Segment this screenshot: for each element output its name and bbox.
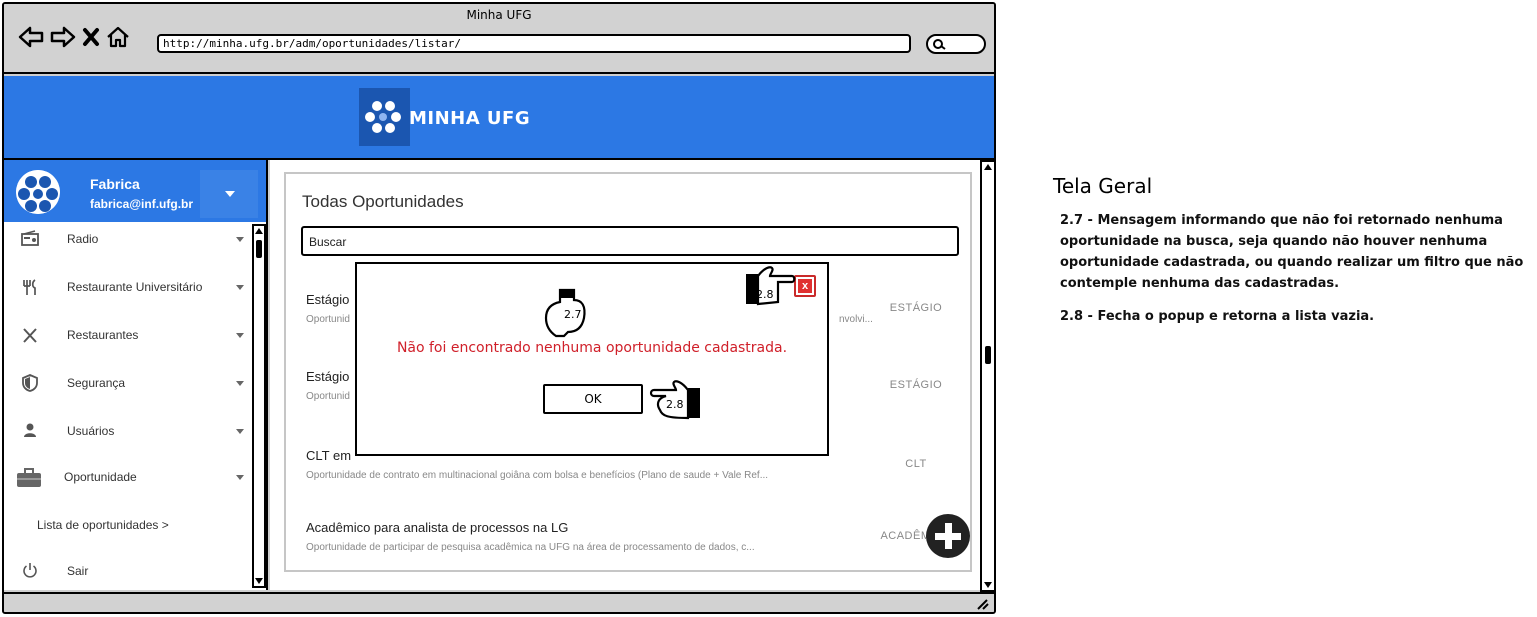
radio-icon <box>20 230 40 250</box>
sidebar-item-sair[interactable]: Sair <box>4 552 252 592</box>
item-description: Oportunid <box>306 314 350 325</box>
item-description: Oportunidade de participar de pesquisa a… <box>306 542 755 553</box>
item-description-tail: nvolvi... <box>839 314 873 325</box>
sidebar: Fabrica fabrica@inf.ufg.br Radio Restaur… <box>4 160 268 590</box>
item-description: Oportunid <box>306 391 350 402</box>
sidebar-item-restaurante-universitario[interactable]: Restaurante Universitário <box>4 268 252 308</box>
sidebar-item-usuarios[interactable]: Usuários <box>4 412 252 452</box>
resize-handle-icon[interactable] <box>976 598 990 610</box>
scroll-up-icon[interactable] <box>984 164 992 170</box>
item-title: CLT em <box>306 448 352 463</box>
scroll-down-icon[interactable] <box>255 578 263 584</box>
item-title: Acadêmico para analista de processos na … <box>306 520 569 535</box>
item-title: Estágio <box>306 292 350 307</box>
sidebar-item-label: Restaurante Universitário <box>67 280 203 294</box>
search-input[interactable]: Buscar <box>301 226 959 256</box>
browser-nav <box>18 26 130 48</box>
annotation-label: 2.7 <box>564 308 582 321</box>
sidebar-item-oportunidade[interactable]: Oportunidade <box>4 458 252 498</box>
user-dropdown-button[interactable] <box>200 170 258 218</box>
sidebar-item-label: Usuários <box>67 424 115 438</box>
sidebar-item-seguranca[interactable]: Segurança <box>4 364 252 404</box>
list-item[interactable]: Acadêmico para analista de processos na … <box>306 520 956 576</box>
notes-title: Tela Geral <box>1053 174 1153 198</box>
user-email: fabrica@inf.ufg.br <box>90 197 194 211</box>
annotation-label: 2.8 <box>666 398 684 411</box>
ok-button[interactable]: OK <box>543 384 643 414</box>
fork-knife-icon <box>20 278 40 298</box>
note-2-7: 2.7 - Mensagem informando que não foi re… <box>1060 213 1524 291</box>
item-description: Oportunidade de contrato em multinaciona… <box>306 470 769 481</box>
chevron-down-icon <box>236 333 244 338</box>
briefcase-icon <box>16 468 41 488</box>
window-title: Minha UFG <box>466 8 532 22</box>
chevron-down-icon <box>236 381 244 386</box>
utensils-icon <box>20 326 40 346</box>
back-icon[interactable] <box>18 26 44 48</box>
sidebar-scrollbar[interactable] <box>252 224 266 588</box>
browser-search[interactable] <box>926 34 986 54</box>
scroll-thumb[interactable] <box>985 346 991 364</box>
sidebar-item-label: Segurança <box>67 376 126 390</box>
item-tag: ESTÁGIO <box>889 302 943 314</box>
chevron-down-icon <box>236 475 244 480</box>
user-icon <box>20 422 40 442</box>
avatar <box>16 170 60 214</box>
item-tag: CLT <box>905 458 927 470</box>
main-scrollbar[interactable] <box>980 160 994 592</box>
stop-icon[interactable] <box>82 27 100 47</box>
sidebar-item-label: Sair <box>67 564 89 578</box>
power-icon <box>20 562 40 582</box>
brand-name: MINHA UFG <box>409 108 531 129</box>
annotation-hand-2-7: 2.7 <box>542 288 588 343</box>
scroll-down-icon[interactable] <box>984 582 992 588</box>
page-title: Todas Oportunidades <box>302 192 464 211</box>
item-title: Estágio <box>306 369 350 384</box>
sidebar-item-label: Radio <box>67 232 99 246</box>
home-icon[interactable] <box>106 26 130 48</box>
title-bar: Minha UFG http://minha.ufg.br/adm/oportu… <box>4 4 994 74</box>
list-item[interactable]: CLT em Oportunidade de contrato em multi… <box>306 448 956 504</box>
logo-icon <box>359 88 410 146</box>
scroll-thumb[interactable] <box>256 240 262 258</box>
chevron-down-icon <box>236 429 244 434</box>
annotation-notes: Tela Geral 2.7 - Mensagem informando que… <box>1053 174 1533 327</box>
scroll-up-icon[interactable] <box>255 228 263 234</box>
url-bar[interactable]: http://minha.ufg.br/adm/oportunidades/li… <box>157 34 911 53</box>
sidebar-subitem-lista-oportunidades[interactable]: Lista de oportunidades > <box>37 518 169 532</box>
annotation-hand-2-8-close: 2.8 <box>744 264 796 311</box>
popup-message: Não foi encontrado nenhuma oportunidade … <box>396 340 788 356</box>
close-icon: x <box>798 279 812 293</box>
forward-icon[interactable] <box>50 26 76 48</box>
search-icon <box>933 39 946 50</box>
note-2-8: 2.8 - Fecha o popup e retorna a lista va… <box>1060 309 1375 324</box>
sidebar-item-label: Restaurantes <box>67 328 139 342</box>
close-button[interactable]: x <box>794 275 816 297</box>
status-bar <box>4 592 994 612</box>
sidebar-item-restaurantes[interactable]: Restaurantes <box>4 316 252 356</box>
annotation-label: 2.8 <box>756 288 774 301</box>
user-panel: Fabrica fabrica@inf.ufg.br <box>4 160 266 222</box>
annotation-hand-2-8-ok: 2.8 <box>648 380 702 427</box>
sidebar-item-radio[interactable]: Radio <box>4 220 252 260</box>
sidebar-item-label: Oportunidade <box>64 470 137 484</box>
user-name: Fabrica <box>90 176 140 192</box>
app-header: MINHA UFG <box>4 76 994 160</box>
chevron-down-icon <box>236 285 244 290</box>
chevron-down-icon <box>236 237 244 242</box>
shield-icon <box>20 374 40 394</box>
item-tag: ESTÁGIO <box>889 379 943 391</box>
add-opportunity-button[interactable] <box>926 514 970 558</box>
